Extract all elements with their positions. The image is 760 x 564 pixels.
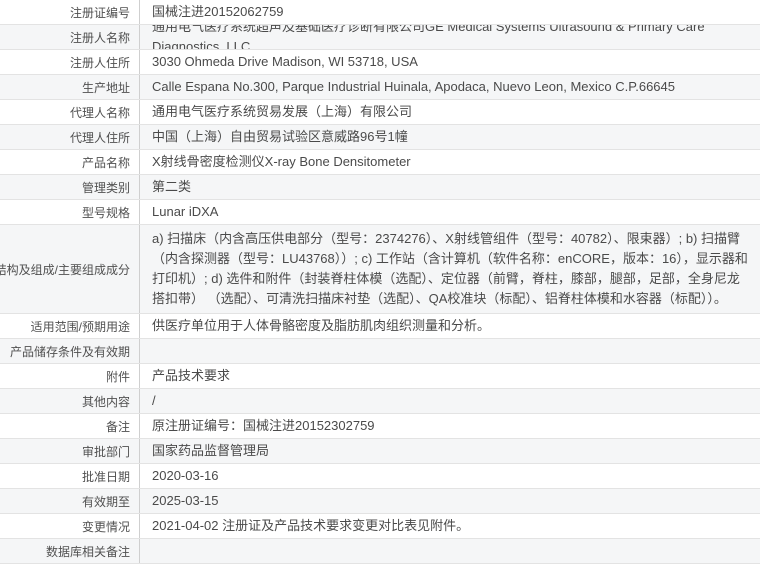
- row-value-text: 第二类: [152, 177, 191, 197]
- row-value: 2020-03-16: [140, 464, 760, 488]
- row-label: 注册人名称: [0, 25, 140, 49]
- row-value: [140, 539, 760, 563]
- row-value-text: X射线骨密度检测仪X-ray Bone Densitometer: [152, 152, 411, 172]
- row-value-text: Lunar iDXA: [152, 202, 218, 222]
- row-value-text: Calle Espana No.300, Parque Industrial H…: [152, 77, 675, 97]
- row-label: 其他内容: [0, 389, 140, 413]
- table-row: 产品名称 X射线骨密度检测仪X-ray Bone Densitometer: [0, 150, 760, 175]
- row-value: 供医疗单位用于人体骨骼密度及脂肪肌肉组织测量和分析。: [140, 314, 760, 338]
- table-row: 生产地址 Calle Espana No.300, Parque Industri…: [0, 75, 760, 100]
- table-row: 批准日期 2020-03-16: [0, 464, 760, 489]
- row-value: a) 扫描床（内含高压供电部分（型号：2374276）、X射线管组件（型号：40…: [140, 225, 760, 313]
- table-row: 代理人名称通用电气医疗系统贸易发展（上海）有限公司: [0, 100, 760, 125]
- table-row: 型号规格 Lunar iDXA: [0, 200, 760, 225]
- row-value: X射线骨密度检测仪X-ray Bone Densitometer: [140, 150, 760, 174]
- row-value: 2025-03-15: [140, 489, 760, 513]
- row-label: 生产地址: [0, 75, 140, 99]
- registration-detail-page: 注册证编号国械注进20152062759注册人名称通用电气医疗系统超声及基础医疗…: [0, 0, 760, 564]
- table-row: 其他内容 /: [0, 389, 760, 414]
- row-label: 产品名称: [0, 150, 140, 174]
- table-row: 注册人名称通用电气医疗系统超声及基础医疗诊断有限公司GE Medical Sys…: [0, 25, 760, 50]
- row-label: 代理人住所: [0, 125, 140, 149]
- row-value-text: 供医疗单位用于人体骨骼密度及脂肪肌肉组织测量和分析。: [152, 316, 490, 336]
- row-value: 第二类: [140, 175, 760, 199]
- row-label: 批准日期: [0, 464, 140, 488]
- row-value-text: 产品技术要求: [152, 366, 230, 386]
- table-row: 审批部门国家药品监督管理局: [0, 439, 760, 464]
- table-row: 适用范围/预期用途供医疗单位用于人体骨骼密度及脂肪肌肉组织测量和分析。: [0, 314, 760, 339]
- table-row: 附件产品技术要求: [0, 364, 760, 389]
- row-value: 3030 Ohmeda Drive Madison, WI 53718, USA: [140, 50, 760, 74]
- row-value: /: [140, 389, 760, 413]
- row-value-text: 通用电气医疗系统贸易发展（上海）有限公司: [152, 102, 412, 122]
- row-value-text: 国械注进20152062759: [152, 2, 284, 22]
- row-value-text: 3030 Ohmeda Drive Madison, WI 53718, USA: [152, 52, 418, 72]
- table-row: 结构及组成/主要组成成分a) 扫描床（内含高压供电部分（型号：2374276）、…: [0, 225, 760, 314]
- row-value: Calle Espana No.300, Parque Industrial H…: [140, 75, 760, 99]
- row-label: 变更情况: [0, 514, 140, 538]
- row-value: 国械注进20152062759: [140, 0, 760, 24]
- row-value: Lunar iDXA: [140, 200, 760, 224]
- table-row: 注册证编号国械注进20152062759: [0, 0, 760, 25]
- row-value: 中国（上海）自由贸易试验区意威路96号1幢: [140, 125, 760, 149]
- row-label: 附件: [0, 364, 140, 388]
- row-value-text: 原注册证编号：国械注进20152302759: [152, 416, 375, 436]
- registration-table: 注册证编号国械注进20152062759注册人名称通用电气医疗系统超声及基础医疗…: [0, 0, 760, 564]
- row-value: 原注册证编号：国械注进20152302759: [140, 414, 760, 438]
- row-value-text: 2020-03-16: [152, 466, 219, 486]
- table-row: 备注原注册证编号：国械注进20152302759: [0, 414, 760, 439]
- row-value-text: 中国（上海）自由贸易试验区意威路96号1幢: [152, 127, 408, 147]
- row-value: 2021-04-02 注册证及产品技术要求变更对比表见附件。: [140, 514, 760, 538]
- row-value-text: 通用电气医疗系统超声及基础医疗诊断有限公司GE Medical Systems …: [152, 25, 748, 49]
- row-label: 管理类别: [0, 175, 140, 199]
- row-label: 有效期至: [0, 489, 140, 513]
- table-row: 数据库相关备注: [0, 539, 760, 564]
- row-value-text: 国家药品监督管理局: [152, 441, 269, 461]
- row-value-text: 2021-04-02 注册证及产品技术要求变更对比表见附件。: [152, 516, 469, 536]
- table-row: 管理类别第二类: [0, 175, 760, 200]
- row-label: 结构及组成/主要组成成分: [0, 225, 140, 313]
- row-label: 适用范围/预期用途: [0, 314, 140, 338]
- row-value: 产品技术要求: [140, 364, 760, 388]
- table-row: 代理人住所中国（上海）自由贸易试验区意威路96号1幢: [0, 125, 760, 150]
- table-row: 注册人住所 3030 Ohmeda Drive Madison, WI 53718…: [0, 50, 760, 75]
- row-value: 国家药品监督管理局: [140, 439, 760, 463]
- row-label: 备注: [0, 414, 140, 438]
- row-label: 审批部门: [0, 439, 140, 463]
- row-value-text: /: [152, 391, 156, 411]
- row-value: [140, 339, 760, 363]
- row-value-text: 2025-03-15: [152, 491, 219, 511]
- row-label: 代理人名称: [0, 100, 140, 124]
- table-row: 变更情况 2021-04-02 注册证及产品技术要求变更对比表见附件。: [0, 514, 760, 539]
- row-value-text: a) 扫描床（内含高压供电部分（型号：2374276）、X射线管组件（型号：40…: [152, 229, 748, 309]
- row-label: 数据库相关备注: [0, 539, 140, 563]
- row-label: 型号规格: [0, 200, 140, 224]
- row-value: 通用电气医疗系统贸易发展（上海）有限公司: [140, 100, 760, 124]
- table-row: 产品储存条件及有效期: [0, 339, 760, 364]
- row-value: 通用电气医疗系统超声及基础医疗诊断有限公司GE Medical Systems …: [140, 25, 760, 49]
- row-label: 注册人住所: [0, 50, 140, 74]
- table-row: 有效期至 2025-03-15: [0, 489, 760, 514]
- row-label: 产品储存条件及有效期: [0, 339, 140, 363]
- row-label: 注册证编号: [0, 0, 140, 24]
